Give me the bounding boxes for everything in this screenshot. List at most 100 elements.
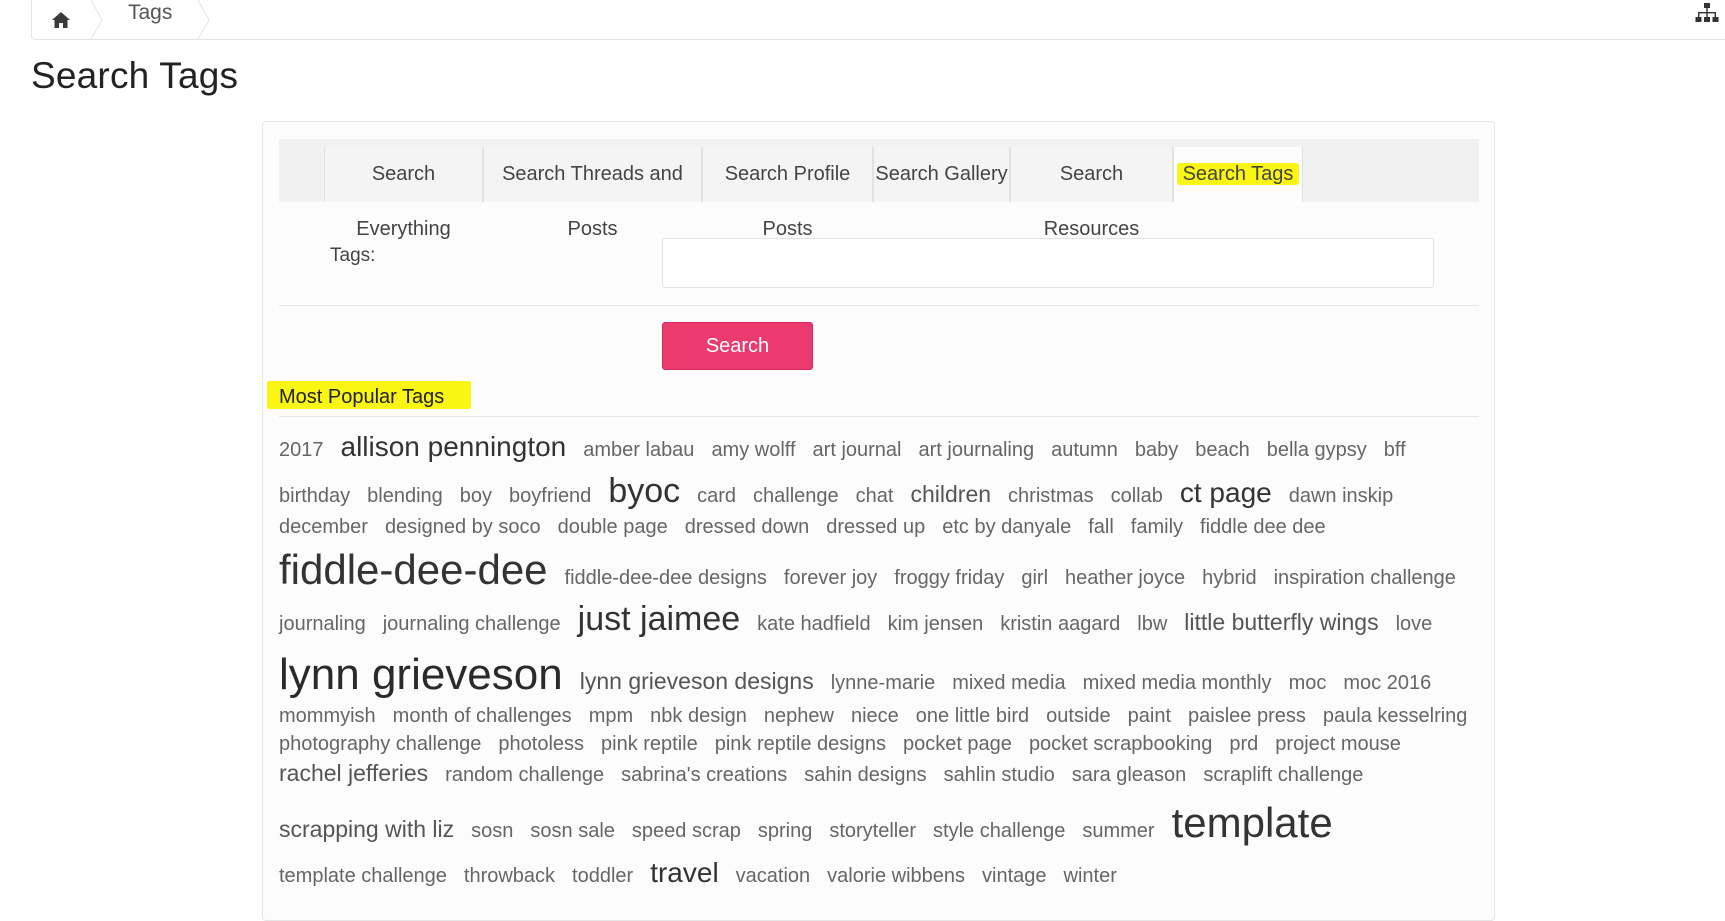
tag-link[interactable]: pink reptile xyxy=(601,733,698,756)
tag-link[interactable]: lynn grieveson xyxy=(279,650,563,700)
tag-link[interactable]: niece xyxy=(851,705,899,728)
tag-link[interactable]: chat xyxy=(856,485,894,508)
tag-link[interactable]: vintage xyxy=(982,865,1047,888)
tag-link[interactable]: december xyxy=(279,516,368,539)
tag-link[interactable]: sara gleason xyxy=(1072,764,1187,787)
tag-link[interactable]: rachel jefferies xyxy=(279,760,428,787)
tag-link[interactable]: kristin aagard xyxy=(1000,613,1120,636)
tag-link[interactable]: bella gypsy xyxy=(1267,439,1367,462)
tag-link[interactable]: forever joy xyxy=(784,567,877,590)
tag-link[interactable]: journaling xyxy=(279,613,366,636)
tag-link[interactable]: allison pennington xyxy=(341,431,567,463)
tag-link[interactable]: love xyxy=(1396,613,1433,636)
tag-link[interactable]: baby xyxy=(1135,439,1178,462)
tag-link[interactable]: dawn inskip xyxy=(1289,485,1394,508)
tag-link[interactable]: ct page xyxy=(1180,477,1272,509)
tag-link[interactable]: outside xyxy=(1046,705,1111,728)
tag-link[interactable]: speed scrap xyxy=(632,820,741,843)
tag-link[interactable]: fiddle-dee-dee designs xyxy=(565,567,767,590)
tab-search-resources[interactable]: Search Resources xyxy=(1010,147,1173,240)
tag-link[interactable]: toddler xyxy=(572,865,633,888)
tag-link[interactable]: random challenge xyxy=(445,764,604,787)
tag-link[interactable]: journaling challenge xyxy=(383,613,561,636)
tag-link[interactable]: throwback xyxy=(464,865,555,888)
tag-link[interactable]: byoc xyxy=(608,472,680,511)
tag-link[interactable]: 2017 xyxy=(279,439,324,462)
tag-link[interactable]: kate hadfield xyxy=(757,613,870,636)
tag-link[interactable]: designed by soco xyxy=(385,516,541,539)
tag-link[interactable]: dressed down xyxy=(685,516,810,539)
tag-link[interactable]: mixed media monthly xyxy=(1083,672,1272,695)
tag-link[interactable]: sahlin studio xyxy=(944,764,1055,787)
tag-link[interactable]: autumn xyxy=(1051,439,1118,462)
tag-link[interactable]: template challenge xyxy=(279,865,447,888)
tag-link[interactable]: girl xyxy=(1021,567,1048,590)
tag-link[interactable]: amber labau xyxy=(583,439,694,462)
tab-search-tags[interactable]: Search Tags xyxy=(1173,147,1303,202)
tag-link[interactable]: boy xyxy=(460,485,492,508)
tag-link[interactable]: vacation xyxy=(736,865,811,888)
tag-link[interactable]: moc 2016 xyxy=(1343,672,1431,695)
tag-link[interactable]: just jaimee xyxy=(578,600,741,639)
tag-link[interactable]: beach xyxy=(1195,439,1250,462)
tag-link[interactable]: lbw xyxy=(1137,613,1167,636)
tag-link[interactable]: kim jensen xyxy=(888,613,984,636)
tag-link[interactable]: fiddle-dee-dee xyxy=(279,546,548,594)
tag-link[interactable]: art journal xyxy=(813,439,902,462)
tag-link[interactable]: birthday xyxy=(279,485,350,508)
tag-link[interactable]: photography challenge xyxy=(279,733,481,756)
tag-link[interactable]: double page xyxy=(558,516,668,539)
tag-link[interactable]: fiddle dee dee xyxy=(1200,516,1326,539)
tag-link[interactable]: style challenge xyxy=(933,820,1065,843)
tag-link[interactable]: bff xyxy=(1384,439,1406,462)
tag-link[interactable]: summer xyxy=(1082,820,1154,843)
tag-link[interactable]: boyfriend xyxy=(509,485,591,508)
tag-link[interactable]: winter xyxy=(1064,865,1117,888)
tab-search-gallery[interactable]: Search Gallery xyxy=(873,147,1010,202)
tag-link[interactable]: family xyxy=(1131,516,1183,539)
tag-link[interactable]: amy wolff xyxy=(711,439,795,462)
tag-link[interactable]: spring xyxy=(758,820,812,843)
tag-link[interactable]: pink reptile designs xyxy=(715,733,886,756)
tab-search-profile-posts[interactable]: Search Profile Posts xyxy=(702,147,873,240)
tag-link[interactable]: one little bird xyxy=(916,705,1029,728)
tag-link[interactable]: collab xyxy=(1111,485,1163,508)
tag-link[interactable]: mommyish xyxy=(279,705,376,728)
tag-link[interactable]: inspiration challenge xyxy=(1274,567,1456,590)
search-button[interactable]: Search xyxy=(662,322,813,370)
tag-link[interactable]: nephew xyxy=(764,705,834,728)
breadcrumb-current[interactable]: Tags xyxy=(114,0,186,26)
tag-link[interactable]: christmas xyxy=(1008,485,1094,508)
tag-link[interactable]: card xyxy=(697,485,736,508)
tag-link[interactable]: froggy friday xyxy=(894,567,1004,590)
tag-link[interactable]: sahin designs xyxy=(804,764,926,787)
breadcrumb-home-link[interactable] xyxy=(32,0,90,39)
tag-link[interactable]: lynne-marie xyxy=(831,672,935,695)
tag-link[interactable]: art journaling xyxy=(918,439,1034,462)
tag-link[interactable]: month of challenges xyxy=(393,705,572,728)
tag-link[interactable]: moc xyxy=(1289,672,1327,695)
tag-link[interactable]: dressed up xyxy=(826,516,925,539)
tag-link[interactable]: blending xyxy=(367,485,443,508)
tag-link[interactable]: nbk design xyxy=(650,705,747,728)
tag-link[interactable]: photoless xyxy=(498,733,584,756)
tag-link[interactable]: paint xyxy=(1128,705,1171,728)
tag-link[interactable]: pocket scrapbooking xyxy=(1029,733,1212,756)
tab-search-threads-posts[interactable]: Search Threads and Posts xyxy=(483,147,702,240)
tag-link[interactable]: challenge xyxy=(753,485,839,508)
tag-link[interactable]: sosn sale xyxy=(530,820,615,843)
tag-link[interactable]: little butterfly wings xyxy=(1184,609,1378,636)
tag-link[interactable]: heather joyce xyxy=(1065,567,1185,590)
sitemap-icon[interactable] xyxy=(1695,2,1719,26)
tag-link[interactable]: project mouse xyxy=(1275,733,1401,756)
tag-link[interactable]: mpm xyxy=(589,705,633,728)
tag-link[interactable]: pocket page xyxy=(903,733,1012,756)
tag-link[interactable]: etc by danyale xyxy=(942,516,1071,539)
tag-link[interactable]: travel xyxy=(650,857,718,889)
tag-link[interactable]: hybrid xyxy=(1202,567,1256,590)
tab-search-everything[interactable]: Search Everything xyxy=(324,147,483,240)
tag-link[interactable]: storyteller xyxy=(829,820,916,843)
tag-link[interactable]: lynn grieveson designs xyxy=(580,668,814,695)
tag-link[interactable]: mixed media xyxy=(952,672,1065,695)
tag-link[interactable]: sabrina's creations xyxy=(621,764,787,787)
